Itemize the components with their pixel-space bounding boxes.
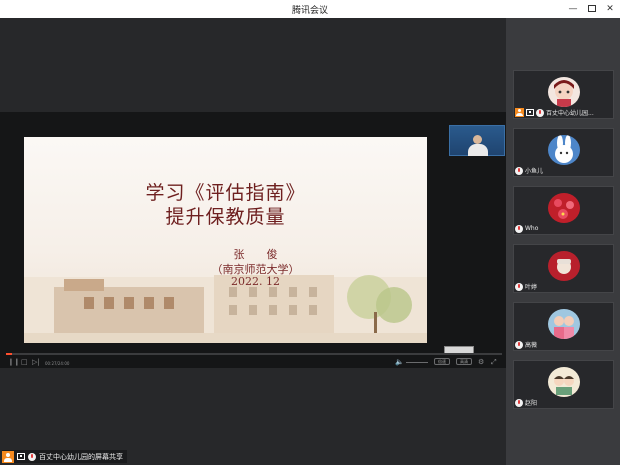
meeting-window: 腾讯会议 — ✕ 学习《评估指南》 提升保教质量 张 俊 （南京师范大学） 20… <box>0 0 620 465</box>
participant-tile[interactable]: 高薇 <box>513 302 614 351</box>
title-bar: 腾讯会议 — ✕ <box>0 0 620 18</box>
presenter-head <box>473 135 482 144</box>
stop-icon[interactable]: □ <box>21 357 28 367</box>
window-title: 腾讯会议 <box>291 6 328 16</box>
participant-tile[interactable]: 百丈中心幼儿园... <box>513 70 614 119</box>
participant-avatar <box>548 367 580 397</box>
minimize-button[interactable]: — <box>567 3 579 15</box>
speed-button[interactable]: 倍速 <box>434 358 450 365</box>
quality-button[interactable]: 高清 <box>456 358 472 365</box>
player-controls: ❙❙ □ ▷| 00:27/24:00 🔈 倍速 高清 ⚙ ⤢ <box>0 356 506 368</box>
slide-author: 张 俊 <box>233 248 278 261</box>
screen-share-icon <box>17 453 25 460</box>
mic-muted-icon <box>515 398 523 407</box>
playback-progress-fill <box>6 353 12 355</box>
playback-progress-bar[interactable] <box>6 353 502 355</box>
host-icon <box>515 108 524 117</box>
screen-share-status-text: 百丈中心幼儿园的屏幕共享 <box>39 452 123 461</box>
participant-label: 小鱼儿 <box>515 166 543 175</box>
participant-label: Who <box>515 224 538 233</box>
mic-muted-icon <box>515 224 523 233</box>
presenter-video-thumbnail[interactable] <box>449 125 505 156</box>
participant-avatar <box>548 193 580 223</box>
participant-tile[interactable]: 赵阳 <box>513 360 614 409</box>
participant-tile[interactable]: 叶婷 <box>513 244 614 293</box>
participant-avatar <box>548 77 580 107</box>
maximize-icon <box>588 5 596 12</box>
host-icon <box>2 450 14 463</box>
participant-name: 赵阳 <box>525 400 538 407</box>
settings-icon[interactable]: ⚙ <box>478 357 484 367</box>
slide-title-line-1: 学习《评估指南》 <box>145 182 306 204</box>
participant-name: Who <box>525 225 539 232</box>
slide-date: 2022. 12 <box>231 275 280 288</box>
mic-muted-icon <box>28 452 36 461</box>
mic-muted-icon <box>515 166 523 175</box>
screen-share-icon <box>526 109 534 116</box>
participant-label: 百丈中心幼儿园... <box>515 108 594 117</box>
participant-label: 叶婷 <box>515 282 537 291</box>
next-icon[interactable]: ▷| <box>32 357 40 367</box>
maximize-button[interactable] <box>586 3 598 15</box>
mic-muted-icon <box>515 340 523 349</box>
presenter-body <box>468 144 488 156</box>
screen-share-status: 百丈中心幼儿园的屏幕共享 <box>2 450 127 463</box>
participant-avatar <box>548 251 580 281</box>
participant-name: 叶婷 <box>525 284 538 291</box>
participant-name: 百丈中心幼儿园... <box>546 110 594 117</box>
mic-muted-icon <box>515 282 523 291</box>
participant-name: 高薇 <box>525 342 538 349</box>
close-button[interactable]: ✕ <box>604 3 616 15</box>
participant-tile[interactable]: 小鱼儿 <box>513 128 614 177</box>
volume-icon[interactable]: 🔈 <box>395 357 404 367</box>
playback-time: 00:27/24:00 <box>45 361 70 366</box>
slide-title-line-2: 提升保教质量 <box>165 206 286 228</box>
presentation-slide: 学习《评估指南》 提升保教质量 张 俊 （南京师范大学） 2022. 12 <box>24 137 427 343</box>
fullscreen-icon[interactable]: ⤢ <box>491 357 497 367</box>
participant-label: 赵阳 <box>515 398 537 407</box>
mic-muted-icon <box>536 108 544 117</box>
participant-label: 高薇 <box>515 340 537 349</box>
volume-slider[interactable] <box>406 362 428 363</box>
pause-icon[interactable]: ❙❙ <box>8 357 20 367</box>
participant-avatar <box>548 309 580 339</box>
participant-avatar <box>548 135 580 165</box>
participant-tile[interactable]: Who <box>513 186 614 235</box>
participant-name: 小鱼儿 <box>525 168 544 175</box>
